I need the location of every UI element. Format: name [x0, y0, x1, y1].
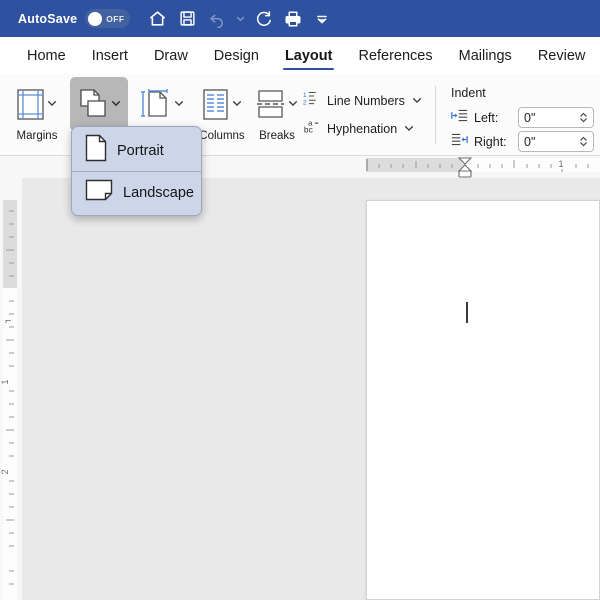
menu-item-landscape-label: Landscape — [123, 184, 194, 201]
line-numbers-label: Line Numbers — [327, 94, 405, 108]
vertical-ruler-ticks: 1 2 — [0, 200, 17, 600]
indent-group-title: Indent — [451, 86, 486, 100]
hyphenation-label: Hyphenation — [327, 122, 398, 136]
line-numbers-icon: 1 2 — [303, 90, 320, 112]
undo-dropdown-chevron-icon[interactable] — [232, 0, 248, 37]
vertical-ruler[interactable]: 1 2 — [0, 178, 22, 600]
indent-left-row: Left: 0" — [451, 107, 594, 128]
document-page[interactable] — [366, 200, 600, 600]
svg-text:2: 2 — [303, 99, 307, 106]
tab-draw[interactable]: Draw — [141, 37, 201, 74]
line-numbers-button[interactable]: 1 2 Line Numbers — [303, 90, 422, 112]
autosave-toggle-state: OFF — [106, 13, 125, 24]
size-button[interactable] — [133, 77, 191, 131]
indent-right-value: 0" — [524, 134, 536, 149]
ribbon-group-divider — [435, 86, 436, 144]
tab-layout[interactable]: Layout — [272, 37, 346, 74]
svg-text:1: 1 — [303, 92, 307, 99]
breaks-chevron-down-icon[interactable] — [288, 95, 298, 113]
menu-item-portrait[interactable]: Portrait — [75, 130, 198, 171]
svg-text:2: 2 — [0, 469, 10, 474]
columns-button[interactable] — [193, 77, 251, 131]
breaks-label: Breaks — [259, 130, 295, 142]
breaks-button[interactable] — [248, 77, 306, 131]
margins-chevron-down-icon[interactable] — [47, 95, 57, 113]
menu-item-portrait-label: Portrait — [117, 142, 164, 159]
indent-right-row: Right: 0" — [451, 131, 594, 152]
line-numbers-chevron-down-icon[interactable] — [412, 92, 422, 110]
indent-right-icon — [451, 132, 468, 152]
ribbon-tab-bar: Home Insert Draw Design Layout Reference… — [0, 37, 600, 74]
tab-review[interactable]: Review — [525, 37, 599, 74]
tab-design[interactable]: Design — [201, 37, 272, 74]
landscape-page-icon — [85, 179, 113, 206]
margins-label: Margins — [16, 130, 58, 142]
word-window: AutoSave OFF Home Insert Draw Design Lay… — [0, 0, 600, 600]
hyphenation-chevron-down-icon[interactable] — [404, 120, 414, 138]
indent-left-input[interactable]: 0" — [518, 107, 594, 128]
orientation-dropdown-menu: Portrait Landscape — [71, 126, 202, 216]
size-chevron-down-icon[interactable] — [174, 95, 184, 113]
indent-left-value: 0" — [524, 110, 536, 125]
menu-item-landscape[interactable]: Landscape — [75, 172, 198, 213]
svg-text:1: 1 — [0, 379, 10, 384]
columns-chevron-down-icon[interactable] — [232, 95, 242, 113]
hyphenation-button[interactable]: bc a Hyphenation — [303, 118, 414, 140]
indent-right-stepper[interactable] — [579, 135, 588, 148]
indent-left-stepper[interactable] — [579, 111, 588, 124]
home-icon[interactable] — [142, 0, 172, 37]
tab-insert[interactable]: Insert — [79, 37, 141, 74]
orientation-button[interactable] — [70, 77, 128, 131]
indent-left-icon — [451, 108, 468, 128]
autosave-toggle[interactable]: OFF — [85, 9, 131, 28]
indent-right-label: Right: — [474, 134, 507, 149]
title-bar: AutoSave OFF — [0, 0, 600, 37]
tab-home[interactable]: Home — [14, 37, 79, 74]
svg-text:1: 1 — [558, 159, 563, 169]
hyphenation-icon: bc a — [303, 118, 320, 140]
save-icon[interactable] — [172, 0, 202, 37]
tab-stop-marker-icon[interactable]: ⌐ — [5, 315, 11, 327]
print-icon[interactable] — [278, 0, 308, 37]
portrait-page-icon — [85, 134, 107, 167]
customize-toolbar-chevron-icon[interactable] — [314, 0, 330, 37]
undo-icon[interactable] — [202, 0, 232, 37]
autosave-toggle-knob — [88, 11, 103, 26]
tab-references[interactable]: References — [345, 37, 445, 74]
tab-mailings[interactable]: Mailings — [446, 37, 525, 74]
text-cursor — [466, 302, 468, 323]
indent-left-label: Left: — [474, 110, 499, 125]
autosave-label: AutoSave — [18, 11, 78, 26]
margins-button[interactable] — [8, 77, 66, 131]
orientation-chevron-down-icon[interactable] — [111, 95, 121, 113]
indent-right-input[interactable]: 0" — [518, 131, 594, 152]
redo-icon[interactable] — [248, 0, 278, 37]
